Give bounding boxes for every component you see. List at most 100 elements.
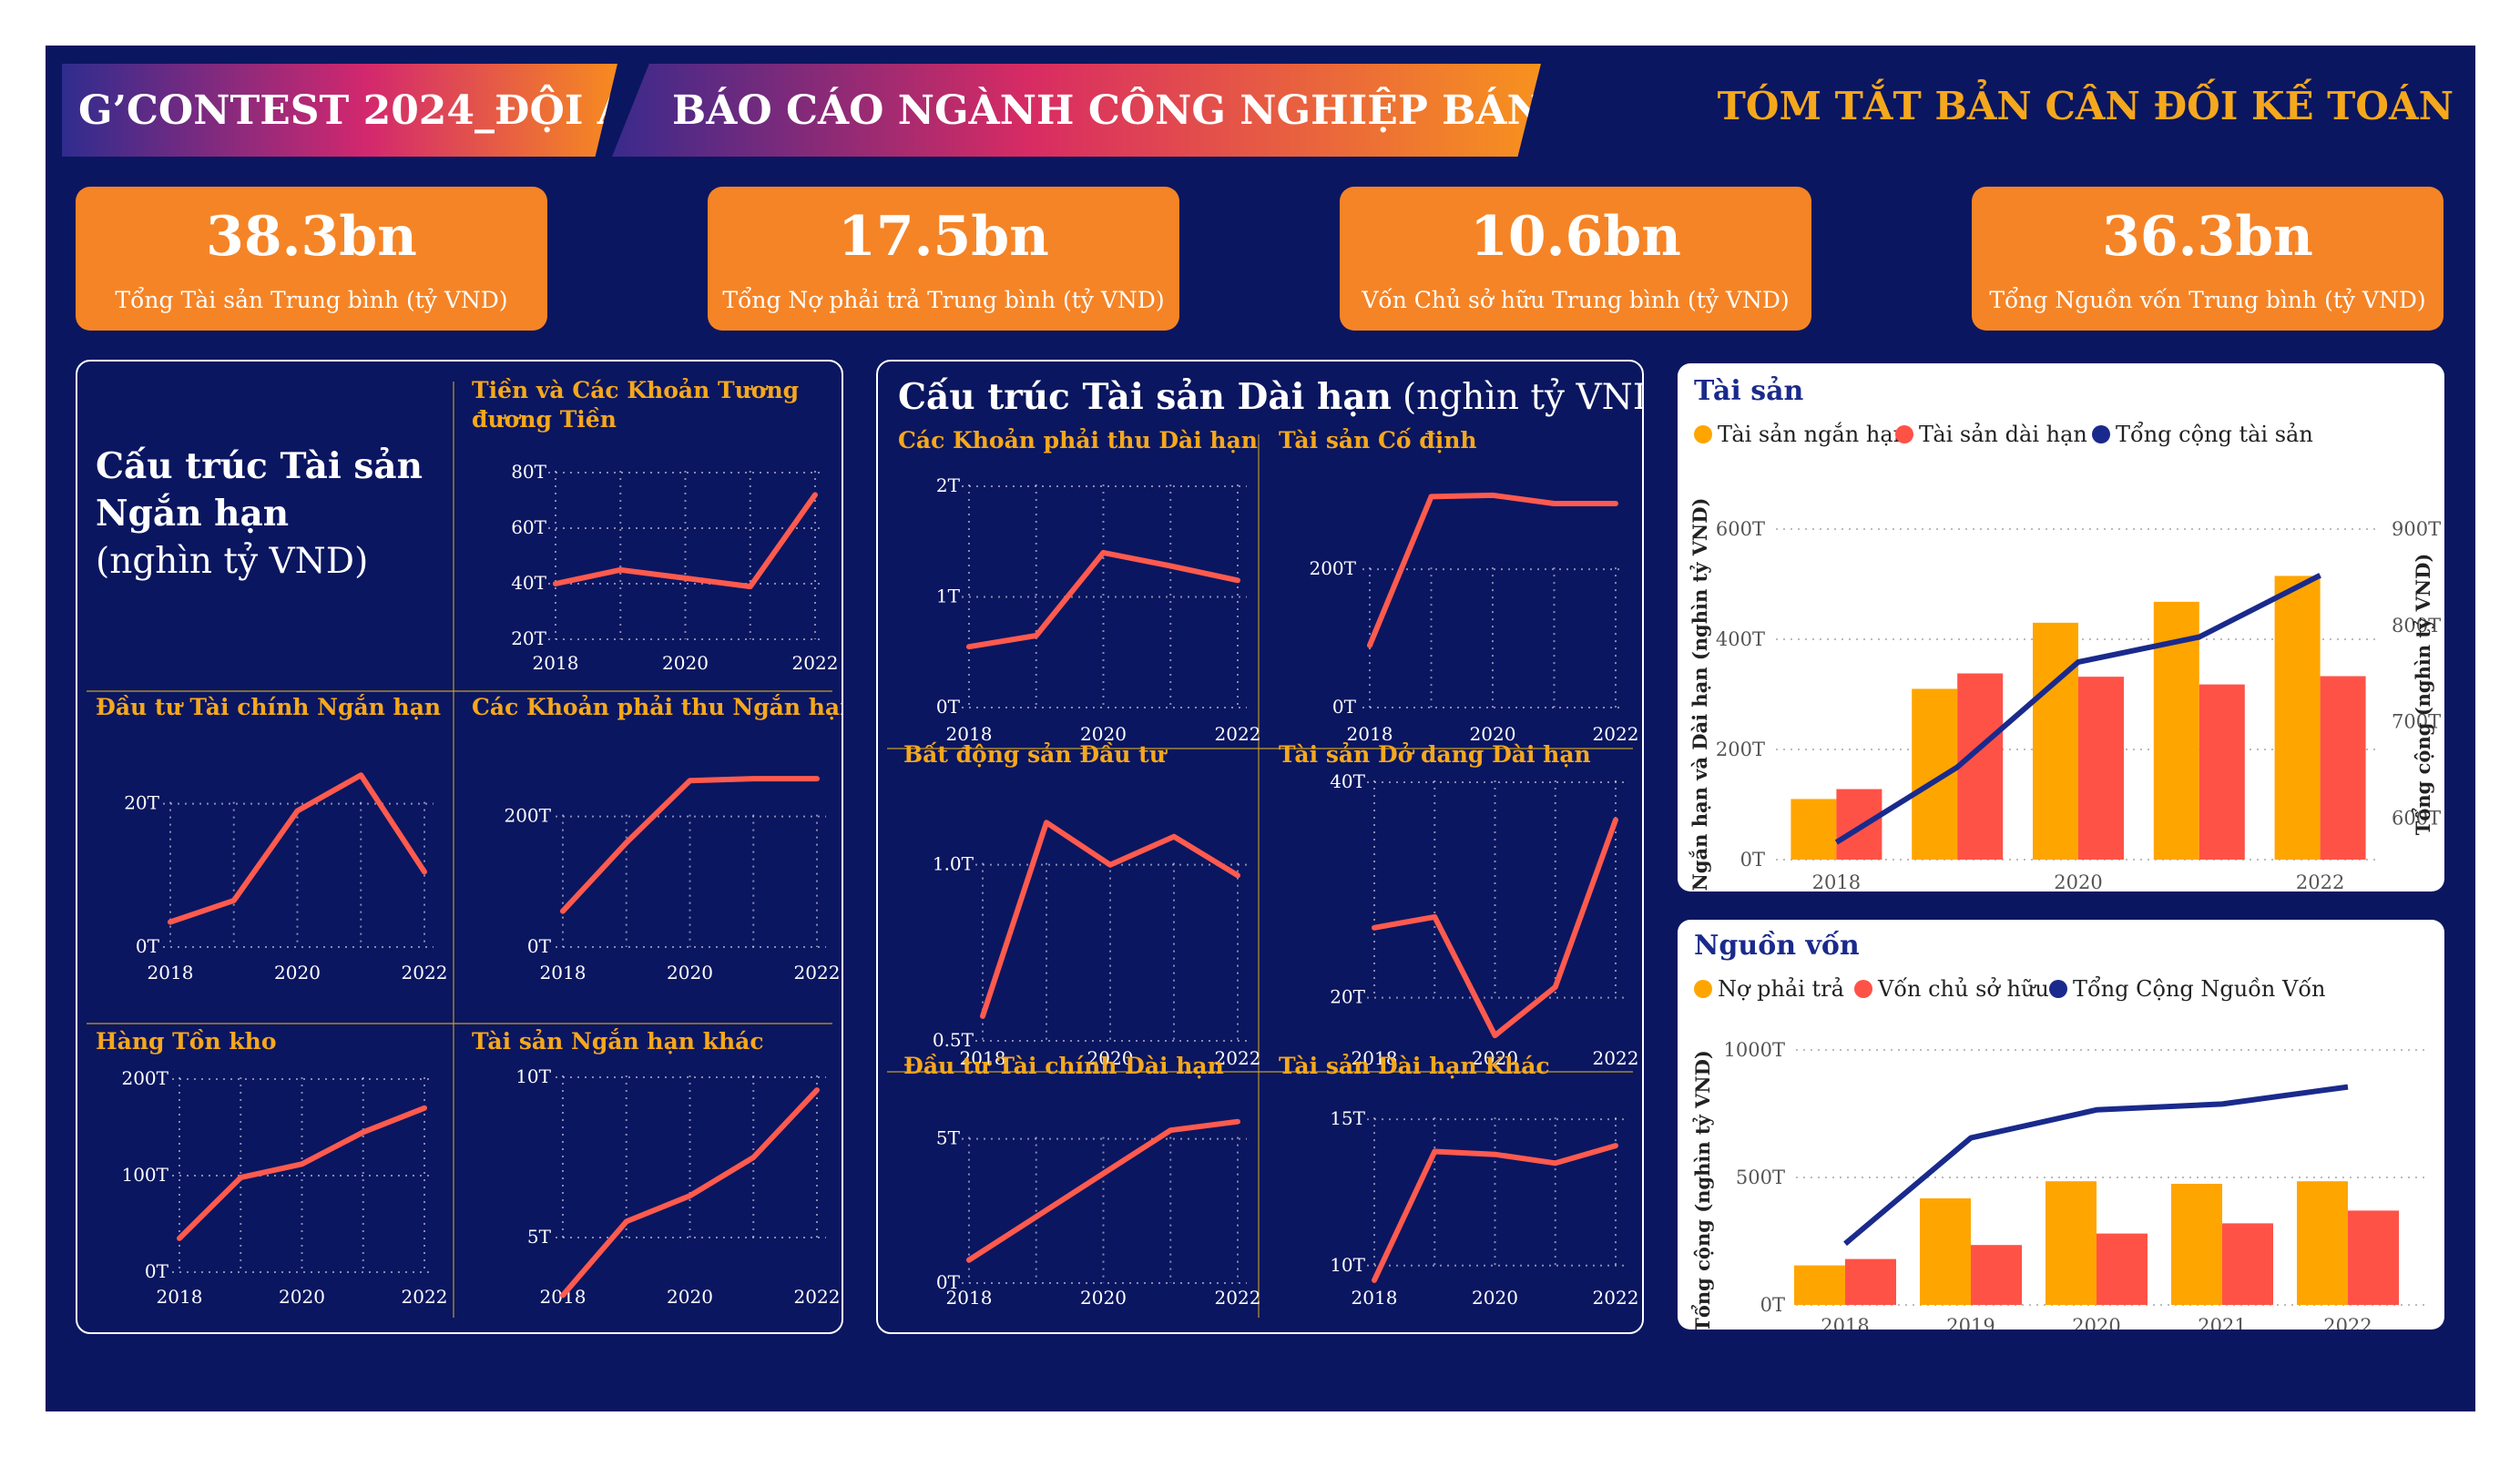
small-chart-cash: Tiền và Các Khoản Tương đương Tiền 20T 40T 6… xyxy=(472,377,838,674)
y-tick-label: 1T xyxy=(936,586,961,607)
y-tick-label: 20T xyxy=(124,792,159,814)
y-tick-label: 0T xyxy=(527,935,552,957)
dashboard-frame: G’CONTEST 2024_ĐỘI AC BÁO CÁO NGÀNH CÔNG… xyxy=(46,46,2475,1411)
x-tick-label: 2020 xyxy=(667,1286,713,1308)
small-chart-investment_property: Bất động sản Đầu tư0.5T1.0T2018 2020 2022 xyxy=(903,741,1260,1069)
chart-title: Đầu tư Tài chính Dài hạn xyxy=(903,1053,1224,1079)
bar-liabilities xyxy=(2171,1184,2222,1305)
x-tick-label: 2018 xyxy=(540,962,587,983)
y-tick-label: 200T xyxy=(121,1067,168,1089)
legend-marker xyxy=(1895,425,1913,443)
x-tick-label: 2018 xyxy=(533,652,579,674)
y2-axis-label: Tổng cộng (nghìn tỷ VND) xyxy=(2412,554,2434,836)
x-tick-label: 2022 xyxy=(1593,1287,1639,1309)
kpi-label: Vốn Chủ sở hữu Trung bình (tỷ VND) xyxy=(1362,287,1790,313)
bar-equity xyxy=(2222,1223,2273,1305)
legend-label: Tài sản ngắn hạn xyxy=(1718,422,1907,447)
x-tick-label: 2021 xyxy=(2198,1315,2246,1330)
small-chart-lt_wip: Tài sản Dở dang Dài hạn20T40T2018 2020 202… xyxy=(1279,741,1638,1069)
x-tick-label: 2018 xyxy=(157,1286,203,1308)
chart-title: Tài sản Dài hạn Khác xyxy=(1279,1053,1550,1079)
chart-title: Tiền và Các Khoản Tương xyxy=(472,377,799,403)
bar-long-term xyxy=(2078,677,2124,860)
y-tick-label: 0T xyxy=(136,935,160,957)
chart-title: Bất động sản Đầu tư xyxy=(903,741,1168,768)
team-banner: G’CONTEST 2024_ĐỘI AC xyxy=(62,64,617,157)
y-tick-label: 60T xyxy=(511,516,546,538)
bar-equity xyxy=(2348,1210,2399,1305)
y-tick-label: 80T xyxy=(511,461,546,483)
x-tick-label: 2018 xyxy=(148,962,194,983)
long-term-charts: Cấu trúc Tài sản Dài hạn (nghìn tỷ VND) C… xyxy=(887,376,1675,1318)
small-chart-st_other: Tài sản Ngắn hạn khác5T10T2018 2020 2022 xyxy=(472,1028,840,1308)
y-tick-label: 0T xyxy=(1760,1294,1785,1316)
long-term-title: Cấu trúc Tài sản Dài hạn (nghìn tỷ VND) xyxy=(898,376,1642,418)
y-tick-label: 0T xyxy=(936,696,961,718)
kpi-value: 10.6bn xyxy=(1470,205,1681,269)
x-tick-label: 2022 xyxy=(1215,723,1261,745)
small-chart-fixed_assets: Tài sản Cố định0T200T2018 2020 2022 xyxy=(1279,427,1638,745)
series-line xyxy=(1367,492,1618,648)
y-tick-label: 15T xyxy=(1330,1107,1365,1129)
y-tick-label: 0T xyxy=(1332,696,1357,718)
long-term-assets-panel: Cấu trúc Tài sản Dài hạn (nghìn tỷ VND) C… xyxy=(876,360,1675,1334)
x-tick-label: 2022 xyxy=(794,1286,841,1308)
x-tick-label: 2022 xyxy=(792,652,839,674)
small-chart-lt_other: Tài sản Dài hạn Khác 10T 15T 2018 2020 2022 xyxy=(1279,1053,1638,1309)
kpi-card-total-assets: 38.3bn Tổng Tài sản Trung bình (tỷ VND) xyxy=(76,187,547,331)
y-tick-label: 10T xyxy=(1330,1254,1365,1276)
short-term-title-line2: Ngắn hạn xyxy=(96,493,289,535)
y-tick-label: 40T xyxy=(511,572,546,594)
bar-liabilities xyxy=(1920,1197,1971,1305)
x-tick-label: 2020 xyxy=(662,652,709,674)
y-tick-label: 1000T xyxy=(1724,1039,1785,1061)
legend-marker xyxy=(2049,980,2067,998)
legend-label: Vốn chủ sở hữu xyxy=(1877,976,2049,1002)
short-term-assets-panel: Cấu trúc Tài sản Ngắn hạn (nghìn tỷ VND)… xyxy=(76,360,856,1334)
short-term-title-line1: Cấu trúc Tài sản xyxy=(96,445,423,487)
y2-tick-label: 900T xyxy=(2392,518,2441,540)
legend-label: Tổng cộng tài sản xyxy=(2116,421,2313,447)
y-tick-label: 5T xyxy=(527,1226,552,1248)
x-tick-label: 2022 xyxy=(402,962,448,983)
legend-label: Nợ phải trả xyxy=(1718,976,1844,1002)
x-tick-label: 2022 xyxy=(794,962,841,983)
bar-liabilities xyxy=(2297,1181,2348,1305)
long-term-title-unit: (nghìn tỷ VND) xyxy=(1403,377,1642,418)
x-tick-label: 2020 xyxy=(667,962,713,983)
y-tick-label: 5T xyxy=(936,1127,961,1149)
bar-short-term xyxy=(2033,622,2078,860)
capital-chart-card: Nguồn vốn Nợ phải trả Vốn chủ sở hữu Tổng C… xyxy=(1678,920,2444,1365)
small-chart-st_invest: Đầu tư Tài chính Ngắn hạn 0T 20T 2018 2020 20… xyxy=(96,694,447,983)
x-tick-label: 2022 xyxy=(1593,723,1639,745)
y-tick-label: 200T xyxy=(1716,739,1765,760)
x-tick-label: 2020 xyxy=(274,962,321,983)
x-tick-label: 2022 xyxy=(402,1286,448,1308)
assets-chart: Tài sản Tài sản ngắn hạn Tài sản dài hạn Tổ… xyxy=(1689,375,2441,932)
kpi-card-equity: 10.6bn Vốn Chủ sở hữu Trung bình (tỷ VND… xyxy=(1340,187,1811,331)
legend-marker xyxy=(1694,425,1712,443)
x-tick-label: 2020 xyxy=(2054,871,2102,892)
report-subtitle: TÓM TẮT BẢN CÂN ĐỐI KẾ TOÁN xyxy=(1717,84,2454,128)
short-term-title-unit: (nghìn tỷ VND) xyxy=(96,541,368,582)
x-tick-label: 2019 xyxy=(1946,1315,1995,1330)
chart-title: Tài sản xyxy=(1694,375,1804,407)
chart-title: Tài sản Cố định xyxy=(1279,427,1477,453)
bar-long-term xyxy=(2320,676,2366,860)
legend-marker xyxy=(1854,980,1872,998)
kpi-value: 38.3bn xyxy=(206,205,417,269)
x-tick-label: 2022 xyxy=(1593,1047,1639,1069)
chart-title: Tài sản Dở dang Dài hạn xyxy=(1279,741,1591,768)
legend-label: Tài sản dài hạn xyxy=(1919,422,2087,447)
bar-short-term xyxy=(2274,576,2321,860)
y-tick-label: 20T xyxy=(1330,986,1365,1008)
bar-short-term xyxy=(1791,799,1837,860)
kpi-card-total-liabilities: 17.5bn Tổng Nợ phải trả Trung bình (tỷ V… xyxy=(708,187,1179,331)
y-tick-label: 0T xyxy=(1740,849,1765,871)
report-banner: BÁO CÁO NGÀNH CÔNG NGHIỆP BÁN DẪN xyxy=(612,64,1541,157)
y-tick-label: 1.0T xyxy=(933,853,974,875)
chart-title: Tài sản Ngắn hạn khác xyxy=(472,1028,764,1055)
x-tick-label: 2022 xyxy=(2296,871,2344,892)
bar-long-term xyxy=(1836,789,1882,860)
legend-label: Tổng Cộng Nguồn Vốn xyxy=(2073,975,2325,1002)
